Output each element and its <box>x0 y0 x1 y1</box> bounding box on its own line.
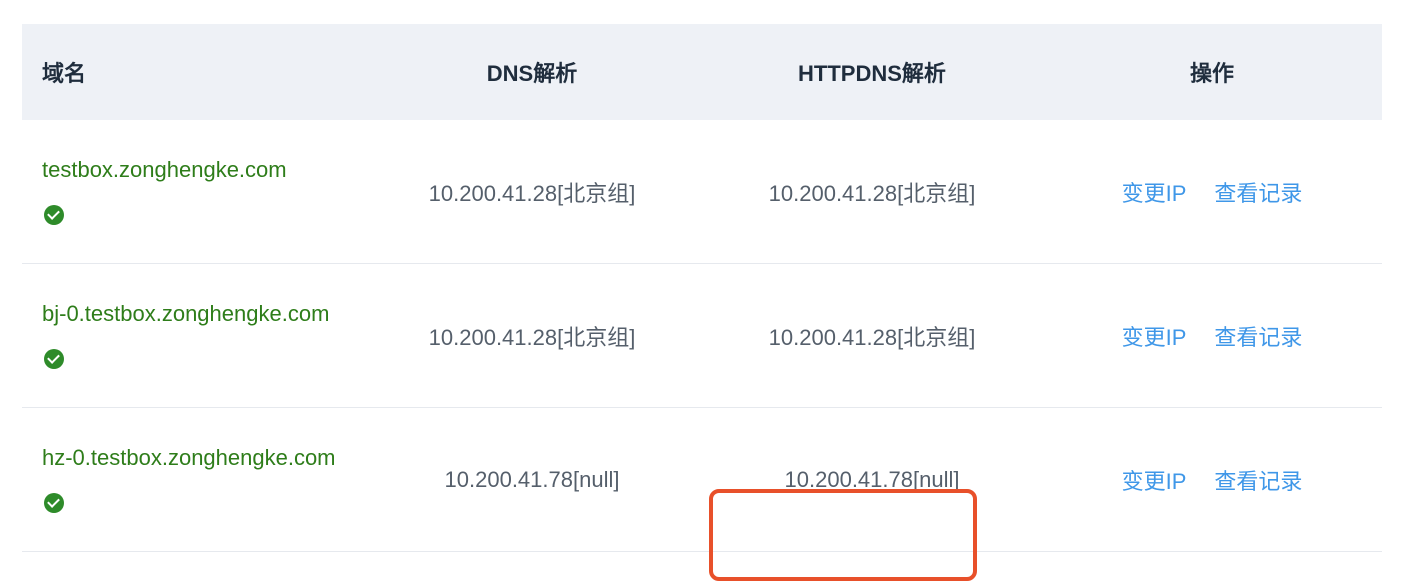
domain-cell: hz-0.testbox.zonghengke.com <box>22 435 362 525</box>
table-header: 域名 DNS解析 HTTPDNS解析 操作 <box>22 24 1382 120</box>
dns-value: 10.200.41.28[北京组] <box>428 180 636 206</box>
httpdns-value: 10.200.41.28[北京组] <box>768 324 976 350</box>
domain-table: 域名 DNS解析 HTTPDNS解析 操作 testbox.zonghengke… <box>22 24 1382 581</box>
dns-cell: 10.200.41.78[null] <box>362 467 702 493</box>
table-row: bj-0.testbox.zonghengke.com 10.200.41.28… <box>22 264 1382 408</box>
header-ops: 操作 <box>1189 61 1234 86</box>
domain-label: bj-0.testbox.zonghengke.com <box>42 300 330 326</box>
header-httpdns: HTTPDNS解析 <box>798 61 946 86</box>
header-domain: 域名 <box>42 61 87 86</box>
change-ip-link[interactable]: 变更IP <box>1122 469 1187 494</box>
httpdns-cell: 10.200.41.28[北京组] <box>702 176 1042 208</box>
dns-value: 10.200.41.28[北京组] <box>428 324 636 350</box>
dns-cell: 10.200.41.28[北京组] <box>362 320 702 352</box>
highlight-box <box>709 488 977 581</box>
ops-cell: 变更IP 查看记录 <box>1042 320 1382 352</box>
ops-cell: 变更IP 查看记录 <box>1042 176 1382 208</box>
table-row: testbox.zonghengke.com 10.200.41.28[北京组]… <box>22 120 1382 264</box>
domain-label: testbox.zonghengke.com <box>42 156 287 182</box>
domain-cell: testbox.zonghengke.com <box>22 147 362 237</box>
change-ip-link[interactable]: 变更IP <box>1122 181 1187 206</box>
view-log-link[interactable]: 查看记录 <box>1214 181 1302 206</box>
dns-cell: 10.200.41.28[北京组] <box>362 176 702 208</box>
check-circle-icon <box>44 348 64 369</box>
view-log-link[interactable]: 查看记录 <box>1214 325 1302 350</box>
domain-label: hz-0.testbox.zonghengke.com <box>42 444 336 470</box>
check-circle-icon <box>44 492 64 513</box>
httpdns-cell: 10.200.41.78[null] <box>702 466 1042 581</box>
change-ip-link[interactable]: 变更IP <box>1122 325 1187 350</box>
domain-cell: bj-0.testbox.zonghengke.com <box>22 291 362 381</box>
httpdns-value: 10.200.41.28[北京组] <box>768 180 976 206</box>
httpdns-cell: 10.200.41.28[北京组] <box>702 320 1042 352</box>
ops-cell: 变更IP 查看记录 <box>1042 464 1382 496</box>
domain-name: hz-0.testbox.zonghengke.com <box>42 435 342 525</box>
view-log-link[interactable]: 查看记录 <box>1214 469 1302 494</box>
check-circle-icon <box>44 204 64 225</box>
dns-value: 10.200.41.78[null] <box>444 466 620 492</box>
table-row: hz-0.testbox.zonghengke.com 10.200.41.78… <box>22 408 1382 581</box>
header-dns: DNS解析 <box>486 61 578 86</box>
domain-name: bj-0.testbox.zonghengke.com <box>42 291 342 381</box>
domain-name: testbox.zonghengke.com <box>42 147 342 237</box>
httpdns-value: 10.200.41.78[null] <box>784 466 960 492</box>
